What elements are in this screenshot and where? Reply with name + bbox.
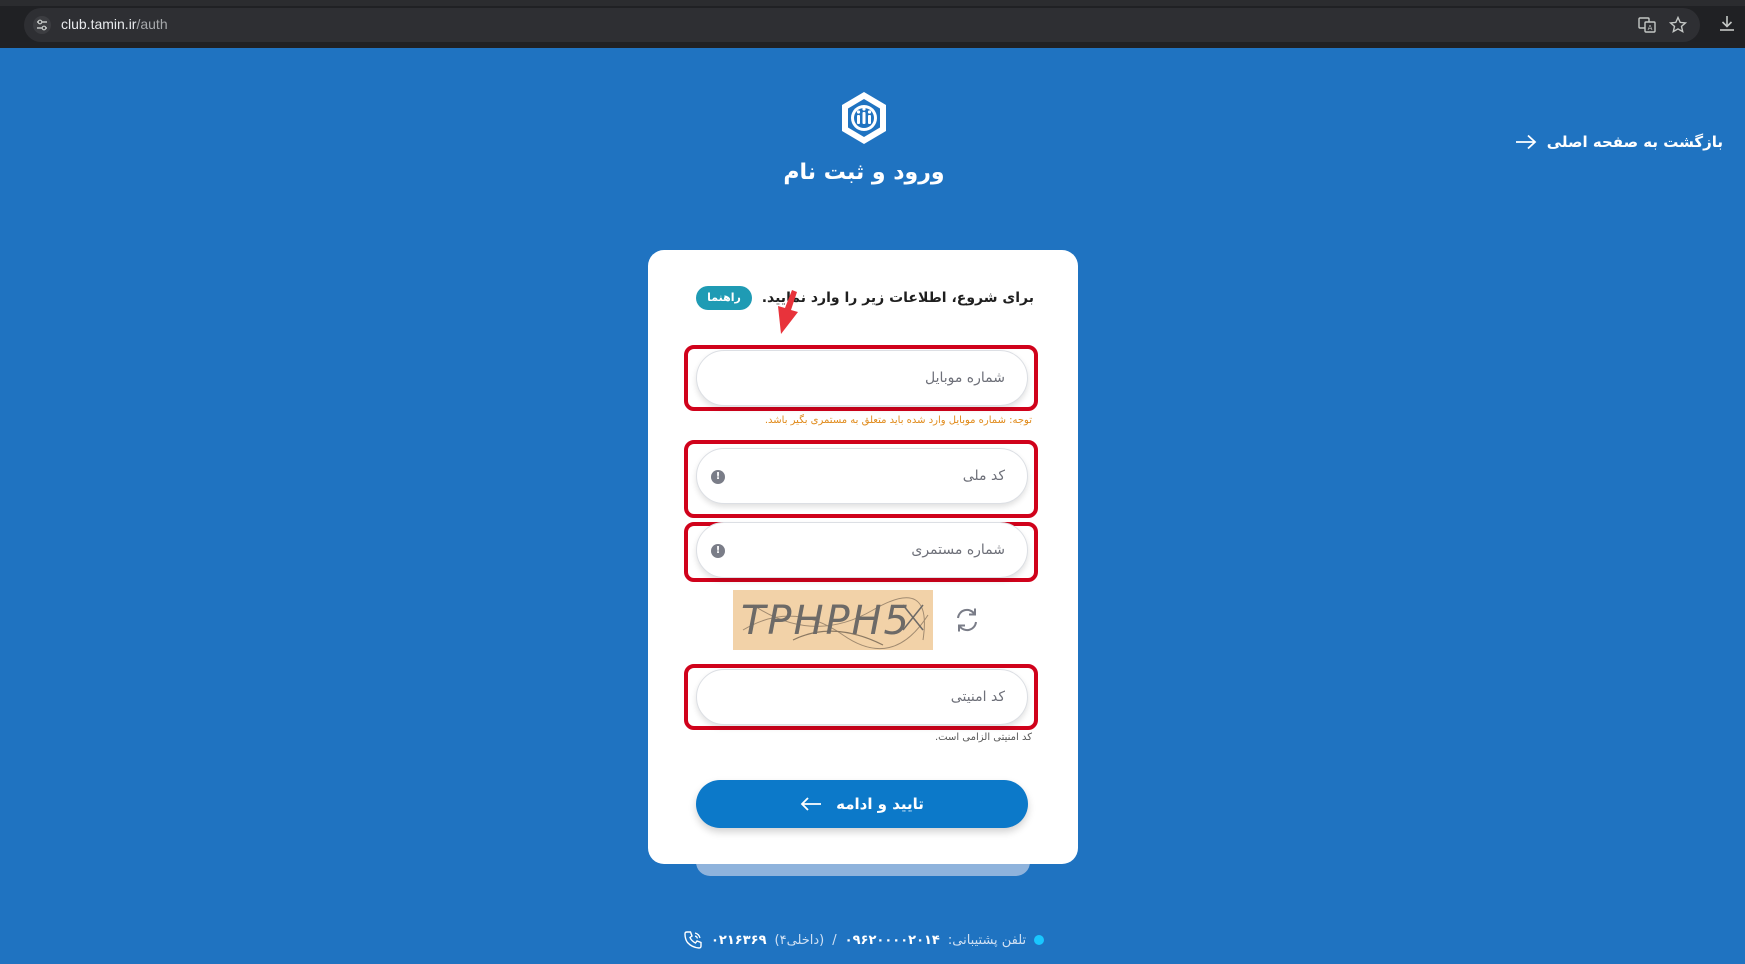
- refresh-icon[interactable]: [953, 606, 981, 634]
- address-bar[interactable]: club.tamin.ir/auth A: [24, 8, 1700, 42]
- tab-strip: [0, 0, 1745, 6]
- annotation-arrow-icon: [778, 290, 798, 334]
- translate-icon[interactable]: A: [1638, 16, 1656, 34]
- guide-button[interactable]: راهنما: [696, 286, 752, 310]
- national-code-field[interactable]: !: [696, 448, 1028, 504]
- arrow-left-icon: [800, 797, 822, 811]
- separator: /: [832, 932, 837, 948]
- submit-button[interactable]: تایید و ادامه: [696, 780, 1028, 828]
- pension-number-field[interactable]: !: [696, 522, 1028, 578]
- status-dot-icon: [1034, 935, 1045, 945]
- second-support-number[interactable]: ۰۲۱۶۳۶۹: [711, 933, 767, 948]
- mobile-field[interactable]: [696, 350, 1028, 406]
- captcha-image: TPHPH5: [733, 590, 933, 650]
- phone-icon: [684, 931, 702, 949]
- submit-label: تایید و ادامه: [836, 795, 924, 813]
- pension-number-input[interactable]: [697, 523, 1027, 577]
- back-link-label: بازگشت به صفحه اصلی: [1546, 133, 1723, 151]
- info-icon[interactable]: !: [711, 470, 725, 484]
- tamin-logo-icon: [842, 92, 886, 144]
- info-icon[interactable]: !: [711, 544, 725, 558]
- login-card: برای شروع، اطلاعات زیر را وارد نمایید. ر…: [648, 250, 1078, 864]
- arrow-right-icon: [1515, 134, 1537, 150]
- national-code-input[interactable]: [697, 449, 1027, 503]
- download-icon[interactable]: [1718, 14, 1736, 32]
- back-to-home-link[interactable]: بازگشت به صفحه اصلی: [1515, 133, 1723, 151]
- security-code-field[interactable]: [696, 669, 1028, 725]
- mobile-note: توجه: شماره موبایل وارد شده باید متعلق ب…: [764, 415, 1032, 426]
- browser-toolbar: club.tamin.ir/auth A: [0, 0, 1745, 48]
- security-code-input[interactable]: [697, 670, 1027, 724]
- tune-icon[interactable]: [32, 16, 52, 34]
- star-icon[interactable]: [1668, 15, 1688, 34]
- page-title: ورود و ثبت نام: [783, 160, 945, 185]
- support-label: تلفن پشتیبانی:: [947, 932, 1027, 948]
- support-number[interactable]: ۰۹۶۲۰۰۰۰۲۰۱۴: [845, 933, 940, 948]
- support-footer: تلفن پشتیبانی: ۰۹۶۲۰۰۰۰۲۰۱۴ / (داخلی۴) ۰…: [683, 930, 1045, 950]
- security-code-note: کد امنیتی الزامی است.: [934, 732, 1032, 743]
- url-host: club.tamin.ir: [61, 16, 137, 32]
- url-path: /auth: [136, 16, 168, 32]
- mobile-input[interactable]: [697, 351, 1027, 405]
- url-text[interactable]: club.tamin.ir/auth: [61, 16, 168, 32]
- extension-label: (داخلی۴): [774, 932, 825, 948]
- svg-text:A: A: [1648, 24, 1653, 32]
